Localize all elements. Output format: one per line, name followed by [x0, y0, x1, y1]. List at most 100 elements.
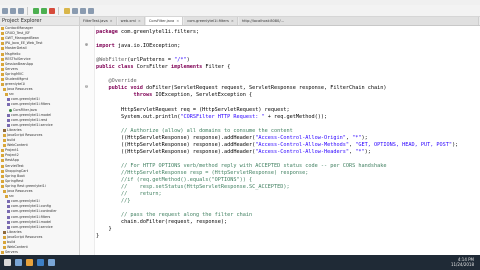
search-icon[interactable] — [15, 259, 22, 266]
project-explorer: Project Explorer ContactManager CRUD_Test… — [0, 17, 80, 255]
code-token: (urlPatterns = — [127, 57, 175, 64]
folder-icon — [1, 67, 4, 71]
code-token: ); — [452, 141, 459, 148]
code-token: "Access-Control-Allow-Headers" — [255, 148, 349, 155]
taskbar: 4:14 PM 11/24/2018 — [0, 255, 480, 270]
tab-filtertest[interactable]: FilterTest.java × — [80, 17, 117, 25]
file-explorer-icon[interactable] — [26, 259, 33, 266]
system-clock[interactable]: 4:14 PM 11/24/2018 — [451, 257, 474, 267]
code-token: //} — [96, 198, 131, 205]
project-tree: ContactManager CRUD_Test_JSF GWT_ManagedBe… — [0, 26, 79, 255]
code-token: //if (req.getMethod().equals("OPTIONS"))… — [96, 176, 253, 183]
new-file-icon[interactable] — [2, 7, 8, 14]
package-icon — [7, 98, 10, 102]
tab-corsfilter[interactable]: CorsFilter.java × — [145, 17, 184, 25]
tab-label: CorsFilter.java — [148, 19, 175, 23]
package-icon — [7, 200, 10, 204]
code-line: //HttpServletResponse resp = (HttpServle… — [96, 170, 476, 177]
browser-icon[interactable] — [48, 259, 55, 266]
code-token: System.out.println( — [96, 113, 181, 120]
code-token: Filter { — [205, 64, 231, 71]
close-icon[interactable]: × — [176, 17, 179, 25]
folder-icon — [1, 77, 4, 81]
code-token: ((HttpServletResponse) response).addHead… — [96, 141, 256, 148]
code-text[interactable]: package com.greenlytel1i.filters; import … — [96, 29, 476, 247]
save-all-icon[interactable] — [18, 7, 24, 14]
back-icon[interactable] — [80, 7, 86, 14]
package-icon — [7, 220, 10, 224]
tab-browser[interactable]: http://localhost:8080/... — [238, 17, 479, 25]
code-token: implements — [170, 64, 206, 71]
close-icon[interactable]: × — [231, 17, 234, 25]
folder-icon — [1, 154, 4, 158]
code-line: @WebFilter(urlPatterns = "/*") — [96, 57, 476, 64]
toolbar-divider — [58, 6, 59, 15]
folder-icon — [1, 174, 4, 178]
folder-icon — [1, 149, 4, 153]
code-line: ((HttpServletResponse) response).addHead… — [96, 149, 476, 156]
code-line: System.out.println("CORSFilter HTTP Requ… — [96, 114, 476, 121]
code-token: //HttpServletResponse resp = (HttpServle… — [96, 169, 309, 176]
code-line: public void doFilter(ServletRequest requ… — [96, 85, 476, 92]
folder-icon — [3, 88, 6, 92]
code-editor[interactable]: ⊕ ⊖ package com.greenlytel1i.filters; imp… — [80, 26, 480, 255]
code-token: public class — [96, 64, 137, 71]
folder-icon — [5, 93, 8, 97]
folder-icon — [3, 240, 6, 244]
code-token: CorsFilter — [136, 64, 171, 71]
tab-label: FilterTest.java — [83, 19, 108, 23]
folder-icon — [5, 195, 8, 199]
code-token: } — [96, 226, 112, 233]
code-line: // pass the request along the filter cha… — [96, 212, 476, 219]
tab-package[interactable]: com.greenlytel1i.filters × — [184, 17, 238, 25]
open-type-icon[interactable] — [64, 7, 70, 14]
folder-icon — [3, 235, 6, 239]
java-class-icon — [9, 108, 12, 112]
debug-icon[interactable] — [41, 7, 47, 14]
search-icon[interactable] — [72, 7, 78, 14]
folder-icon — [1, 52, 4, 56]
code-token: ); — [361, 134, 368, 141]
package-icon — [7, 123, 10, 127]
code-line: } — [96, 226, 476, 233]
close-icon[interactable]: × — [110, 17, 113, 25]
code-line: HttpServletRequest req = (HttpServletReq… — [96, 107, 476, 114]
code-line: } — [96, 233, 476, 240]
toolbar-divider — [27, 6, 28, 15]
code-token: // For HTTP OPTIONS verb/method reply wi… — [96, 162, 387, 169]
start-icon[interactable] — [4, 259, 11, 266]
code-token: doFilter(ServletRequest request, Servlet… — [145, 85, 387, 92]
code-token: "/*" — [174, 57, 187, 64]
folder-icon — [1, 169, 4, 173]
folder-icon — [1, 159, 4, 163]
code-token: "*" — [355, 148, 365, 155]
stop-icon[interactable] — [49, 7, 55, 14]
folder-icon — [1, 179, 4, 183]
code-line: //} — [96, 198, 476, 205]
close-icon[interactable]: × — [138, 17, 141, 25]
tab-web-xml[interactable]: web.xml × — [117, 17, 145, 25]
code-token: "Access-Control-Allow-Methods" — [255, 141, 349, 148]
fold-icon[interactable]: ⊖ — [85, 84, 88, 90]
code-line: // For HTTP OPTIONS verb/method reply wi… — [96, 163, 476, 170]
editor-tab-bar: FilterTest.java × web.xml × CorsFilter.jav… — [80, 17, 480, 26]
package-icon — [7, 103, 10, 107]
folder-icon — [3, 134, 6, 138]
folder-icon — [1, 37, 4, 41]
tab-label: com.greenlytel1i.filters — [187, 19, 229, 23]
code-line: //if (req.getMethod().equals("OPTIONS"))… — [96, 177, 476, 184]
save-icon[interactable] — [10, 7, 16, 14]
code-token: // resp.setStatus(HttpServletResponse.SC… — [96, 184, 290, 191]
code-token: throws — [96, 92, 156, 99]
eclipse-icon[interactable] — [37, 259, 44, 266]
run-icon[interactable] — [33, 7, 39, 14]
forward-icon[interactable] — [88, 7, 94, 14]
code-token: + req.getMethod()); — [264, 113, 328, 120]
fold-icon[interactable]: ⊕ — [85, 42, 88, 48]
folder-icon — [1, 72, 4, 76]
code-line: ((HttpServletResponse) response).addHead… — [96, 135, 476, 142]
